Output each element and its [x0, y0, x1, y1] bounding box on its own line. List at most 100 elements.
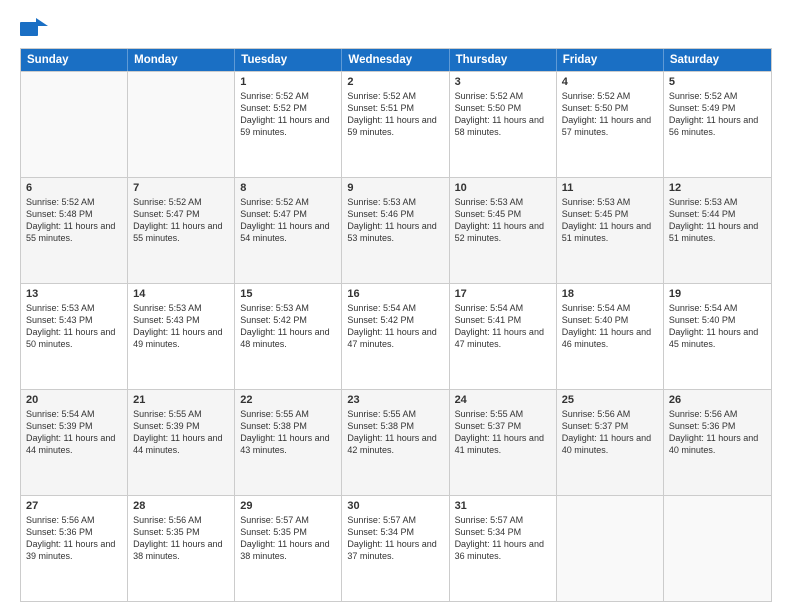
cell-info: Sunrise: 5:54 AM: [347, 302, 443, 314]
cell-info: Sunrise: 5:53 AM: [455, 196, 551, 208]
day-cell-6: 6Sunrise: 5:52 AMSunset: 5:48 PMDaylight…: [21, 178, 128, 283]
cell-info: Sunset: 5:35 PM: [240, 526, 336, 538]
cell-info: Daylight: 11 hours and 37 minutes.: [347, 538, 443, 562]
cell-info: Sunset: 5:50 PM: [455, 102, 551, 114]
cell-info: Sunset: 5:46 PM: [347, 208, 443, 220]
cell-info: Daylight: 11 hours and 54 minutes.: [240, 220, 336, 244]
cell-info: Daylight: 11 hours and 59 minutes.: [347, 114, 443, 138]
cell-info: Daylight: 11 hours and 58 minutes.: [455, 114, 551, 138]
cell-info: Sunrise: 5:55 AM: [240, 408, 336, 420]
day-number: 31: [455, 500, 551, 512]
logo: [20, 18, 52, 40]
day-cell-7: 7Sunrise: 5:52 AMSunset: 5:47 PMDaylight…: [128, 178, 235, 283]
empty-cell: [557, 496, 664, 601]
cell-info: Daylight: 11 hours and 38 minutes.: [240, 538, 336, 562]
calendar: SundayMondayTuesdayWednesdayThursdayFrid…: [20, 48, 772, 602]
day-number: 23: [347, 394, 443, 406]
cell-info: Sunset: 5:35 PM: [133, 526, 229, 538]
cell-info: Sunset: 5:38 PM: [347, 420, 443, 432]
cell-info: Sunrise: 5:57 AM: [347, 514, 443, 526]
day-cell-15: 15Sunrise: 5:53 AMSunset: 5:42 PMDayligh…: [235, 284, 342, 389]
day-number: 11: [562, 182, 658, 194]
cell-info: Sunrise: 5:57 AM: [240, 514, 336, 526]
cell-info: Sunrise: 5:53 AM: [562, 196, 658, 208]
day-cell-18: 18Sunrise: 5:54 AMSunset: 5:40 PMDayligh…: [557, 284, 664, 389]
weekday-header-sunday: Sunday: [21, 49, 128, 71]
day-number: 24: [455, 394, 551, 406]
day-number: 3: [455, 76, 551, 88]
cell-info: Sunset: 5:39 PM: [26, 420, 122, 432]
calendar-week-5: 27Sunrise: 5:56 AMSunset: 5:36 PMDayligh…: [21, 495, 771, 601]
cell-info: Sunrise: 5:55 AM: [347, 408, 443, 420]
cell-info: Sunset: 5:43 PM: [133, 314, 229, 326]
day-cell-10: 10Sunrise: 5:53 AMSunset: 5:45 PMDayligh…: [450, 178, 557, 283]
cell-info: Sunrise: 5:54 AM: [26, 408, 122, 420]
day-cell-21: 21Sunrise: 5:55 AMSunset: 5:39 PMDayligh…: [128, 390, 235, 495]
day-number: 14: [133, 288, 229, 300]
cell-info: Sunrise: 5:52 AM: [562, 90, 658, 102]
day-cell-16: 16 Sunrise: 5:54 AMSunset: 5:42 PMDayligh…: [342, 284, 449, 389]
cell-info: Daylight: 11 hours and 53 minutes.: [347, 220, 443, 244]
day-number: 20: [26, 394, 122, 406]
day-number: 28: [133, 500, 229, 512]
empty-cell: [664, 496, 771, 601]
cell-info: Sunset: 5:44 PM: [669, 208, 766, 220]
cell-info: Daylight: 11 hours and 52 minutes.: [455, 220, 551, 244]
day-cell-14: 14Sunrise: 5:53 AMSunset: 5:43 PMDayligh…: [128, 284, 235, 389]
cell-info: Daylight: 11 hours and 59 minutes.: [240, 114, 336, 138]
weekday-header-saturday: Saturday: [664, 49, 771, 71]
cell-info: Sunset: 5:43 PM: [26, 314, 122, 326]
day-cell-1: 1Sunrise: 5:52 AMSunset: 5:52 PMDaylight…: [235, 72, 342, 177]
day-number: 27: [26, 500, 122, 512]
cell-info: Daylight: 11 hours and 41 minutes.: [455, 432, 551, 456]
cell-info: Sunrise: 5:54 AM: [669, 302, 766, 314]
day-cell-12: 12 Sunrise: 5:53 AMSunset: 5:44 PMDayligh…: [664, 178, 771, 283]
cell-info: Sunrise: 5:53 AM: [669, 196, 766, 208]
cell-info: Daylight: 11 hours and 44 minutes.: [133, 432, 229, 456]
day-number: 6: [26, 182, 122, 194]
day-number: 16: [347, 288, 443, 300]
page: SundayMondayTuesdayWednesdayThursdayFrid…: [0, 0, 792, 612]
day-cell-9: 9 Sunrise: 5:53 AMSunset: 5:46 PMDaylight…: [342, 178, 449, 283]
cell-info: Daylight: 11 hours and 40 minutes.: [669, 432, 766, 456]
cell-info: Sunset: 5:47 PM: [240, 208, 336, 220]
cell-info: Daylight: 11 hours and 55 minutes.: [26, 220, 122, 244]
day-cell-2: 2Sunrise: 5:52 AMSunset: 5:51 PMDaylight…: [342, 72, 449, 177]
cell-info: Daylight: 11 hours and 51 minutes.: [669, 220, 766, 244]
cell-info: Daylight: 11 hours and 48 minutes.: [240, 326, 336, 350]
calendar-week-1: 1Sunrise: 5:52 AMSunset: 5:52 PMDaylight…: [21, 71, 771, 177]
day-cell-26: 26Sunrise: 5:56 AMSunset: 5:36 PMDayligh…: [664, 390, 771, 495]
day-cell-19: 19Sunrise: 5:54 AMSunset: 5:40 PMDayligh…: [664, 284, 771, 389]
day-cell-17: 17Sunrise: 5:54 AMSunset: 5:41 PMDayligh…: [450, 284, 557, 389]
day-number: 9: [347, 182, 443, 194]
cell-info: Sunset: 5:41 PM: [455, 314, 551, 326]
cell-info: Sunrise: 5:52 AM: [347, 90, 443, 102]
empty-cell: [128, 72, 235, 177]
cell-info: Sunrise: 5:56 AM: [669, 408, 766, 420]
day-number: 18: [562, 288, 658, 300]
cell-info: Sunset: 5:45 PM: [562, 208, 658, 220]
day-number: 12: [669, 182, 766, 194]
day-number: 5: [669, 76, 766, 88]
cell-info: Daylight: 11 hours and 47 minutes.: [455, 326, 551, 350]
cell-info: Sunset: 5:50 PM: [562, 102, 658, 114]
cell-info: Daylight: 11 hours and 56 minutes.: [669, 114, 766, 138]
day-number: 8: [240, 182, 336, 194]
cell-info: Sunset: 5:37 PM: [455, 420, 551, 432]
day-cell-25: 25Sunrise: 5:56 AMSunset: 5:37 PMDayligh…: [557, 390, 664, 495]
day-number: 1: [240, 76, 336, 88]
day-cell-20: 20Sunrise: 5:54 AMSunset: 5:39 PMDayligh…: [21, 390, 128, 495]
cell-info: Daylight: 11 hours and 47 minutes.: [347, 326, 443, 350]
cell-info: Sunrise: 5:53 AM: [347, 196, 443, 208]
cell-info: Sunrise: 5:53 AM: [26, 302, 122, 314]
cell-info: Daylight: 11 hours and 43 minutes.: [240, 432, 336, 456]
day-number: 10: [455, 182, 551, 194]
day-cell-13: 13Sunrise: 5:53 AMSunset: 5:43 PMDayligh…: [21, 284, 128, 389]
cell-info: Daylight: 11 hours and 51 minutes.: [562, 220, 658, 244]
weekday-header-thursday: Thursday: [450, 49, 557, 71]
cell-info: Sunset: 5:42 PM: [347, 314, 443, 326]
weekday-header-monday: Monday: [128, 49, 235, 71]
weekday-header-friday: Friday: [557, 49, 664, 71]
cell-info: Sunset: 5:34 PM: [455, 526, 551, 538]
cell-info: Daylight: 11 hours and 49 minutes.: [133, 326, 229, 350]
